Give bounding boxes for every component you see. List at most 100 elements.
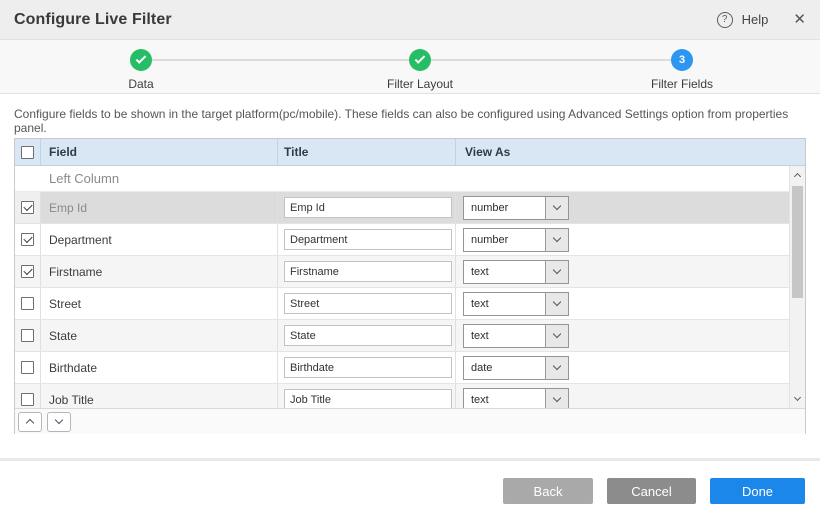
header-title: Title: [278, 139, 456, 165]
field-label: Job Title: [49, 393, 94, 407]
title-input[interactable]: [284, 293, 452, 314]
row-title-cell: [278, 224, 456, 255]
move-down-button[interactable]: [47, 412, 71, 432]
group-row-left-column: Left Column: [15, 166, 789, 192]
view-as-value: text: [464, 389, 545, 409]
view-as-select[interactable]: text: [463, 388, 569, 409]
view-as-select[interactable]: number: [463, 228, 569, 252]
row-checkbox[interactable]: [21, 393, 34, 406]
title-input[interactable]: [284, 261, 452, 282]
vertical-scrollbar[interactable]: [789, 166, 805, 408]
table-row[interactable]: Firstname text: [15, 256, 789, 288]
cancel-button[interactable]: Cancel: [607, 478, 696, 504]
chevron-down-icon: [545, 293, 568, 315]
view-as-value: number: [464, 229, 545, 251]
title-input[interactable]: [284, 325, 452, 346]
step-active-icon: 3: [671, 49, 693, 71]
chevron-down-icon: [545, 357, 568, 379]
row-checkbox-cell: [15, 384, 41, 408]
field-label: Birthdate: [49, 361, 97, 375]
table-row[interactable]: Street text: [15, 288, 789, 320]
view-as-value: number: [464, 197, 545, 219]
row-checkbox-cell: [15, 192, 41, 223]
view-as-select[interactable]: date: [463, 356, 569, 380]
row-checkbox-cell: [15, 256, 41, 287]
configure-live-filter-dialog: Configure Live Filter ? Help ✕ Data Filt…: [0, 0, 820, 519]
footer-actions: Back Cancel Done: [503, 478, 805, 504]
row-checkbox-cell: [15, 320, 41, 351]
step-label: Filter Fields: [651, 77, 713, 91]
scroll-up-icon[interactable]: [790, 167, 805, 183]
field-label: State: [49, 329, 77, 343]
wizard-stepper: Data Filter Layout 3 Filter Fields: [0, 40, 820, 94]
chevron-down-icon: [545, 229, 568, 251]
chevron-up-icon: [26, 419, 34, 427]
done-button[interactable]: Done: [710, 478, 805, 504]
title-input[interactable]: [284, 229, 452, 250]
view-as-select[interactable]: text: [463, 292, 569, 316]
view-as-value: text: [464, 261, 545, 283]
group-label: Left Column: [49, 171, 119, 186]
help-button[interactable]: Help: [742, 12, 769, 27]
scroll-down-icon[interactable]: [790, 391, 805, 407]
row-view-cell: number: [456, 192, 789, 223]
view-as-select[interactable]: text: [463, 324, 569, 348]
step-number: 3: [679, 54, 685, 66]
row-title-cell: [278, 320, 456, 351]
title-input[interactable]: [284, 389, 452, 408]
view-as-select[interactable]: number: [463, 196, 569, 220]
row-checkbox[interactable]: [21, 329, 34, 342]
view-as-value: date: [464, 357, 545, 379]
view-as-value: text: [464, 325, 545, 347]
scrollbar-thumb[interactable]: [792, 186, 803, 298]
title-input[interactable]: [284, 197, 452, 218]
table-row[interactable]: Birthdate date: [15, 352, 789, 384]
row-title-cell: [278, 256, 456, 287]
row-checkbox-cell: [15, 224, 41, 255]
row-view-cell: text: [456, 256, 789, 287]
step-complete-icon: [130, 49, 152, 71]
description-text: Configure fields to be shown in the targ…: [14, 107, 806, 135]
table-rows: Left Column Emp Id number Department: [15, 166, 789, 408]
table-header: Field Title View As: [15, 139, 805, 166]
help-icon[interactable]: ?: [717, 12, 733, 28]
field-label: Department: [49, 233, 112, 247]
chevron-down-icon: [545, 197, 568, 219]
chevron-down-icon: [55, 416, 63, 424]
row-checkbox[interactable]: [21, 201, 34, 214]
title-input[interactable]: [284, 357, 452, 378]
row-view-cell: text: [456, 384, 789, 408]
row-field-cell: Department: [41, 224, 278, 255]
chevron-down-icon: [545, 325, 568, 347]
header-checkbox-cell: [15, 139, 41, 165]
field-label: Firstname: [49, 265, 102, 279]
row-checkbox[interactable]: [21, 233, 34, 246]
row-checkbox[interactable]: [21, 297, 34, 310]
move-up-button[interactable]: [18, 412, 42, 432]
row-checkbox[interactable]: [21, 361, 34, 374]
table-row[interactable]: Emp Id number: [15, 192, 789, 224]
row-title-cell: [278, 352, 456, 383]
row-checkbox[interactable]: [21, 265, 34, 278]
row-field-cell: Birthdate: [41, 352, 278, 383]
row-field-cell: Job Title: [41, 384, 278, 408]
row-checkbox-cell: [15, 352, 41, 383]
table-row[interactable]: Job Title text: [15, 384, 789, 408]
check-icon: [415, 53, 426, 64]
row-view-cell: number: [456, 224, 789, 255]
row-title-cell: [278, 384, 456, 408]
chevron-down-icon: [545, 261, 568, 283]
row-title-cell: [278, 192, 456, 223]
header-view-as: View As: [456, 139, 805, 165]
check-icon: [136, 53, 147, 64]
table-row[interactable]: State text: [15, 320, 789, 352]
close-icon[interactable]: ✕: [793, 12, 806, 27]
select-all-checkbox[interactable]: [21, 146, 34, 159]
back-button[interactable]: Back: [503, 478, 593, 504]
step-label: Data: [128, 77, 153, 91]
view-as-value: text: [464, 293, 545, 315]
titlebar-actions: ? Help ✕: [717, 12, 806, 28]
table-row[interactable]: Department number: [15, 224, 789, 256]
view-as-select[interactable]: text: [463, 260, 569, 284]
field-label: Emp Id: [49, 201, 87, 215]
